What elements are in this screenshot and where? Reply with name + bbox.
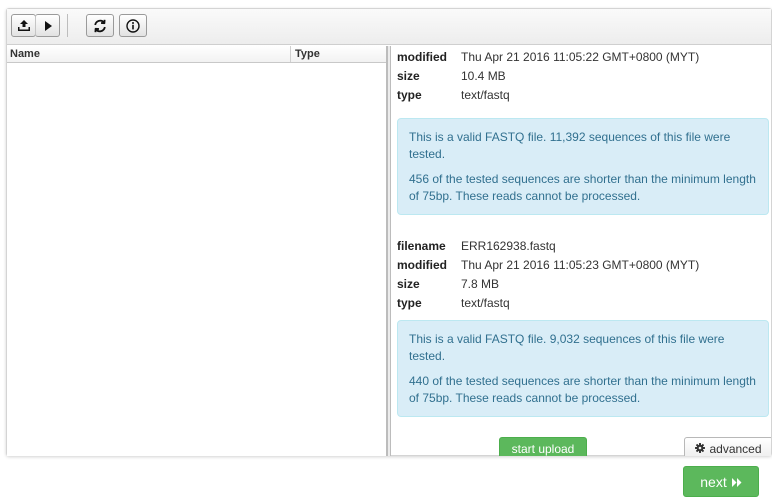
meta-row-size: size 10.4 MB [397,67,699,86]
column-header-type[interactable]: Type [291,46,386,62]
toolbar [7,9,771,45]
double-chevron-right-icon [731,474,742,490]
file-list: Name Type [7,46,387,456]
meta-key: size [397,277,420,291]
meta-row-modified: modified Thu Apr 21 2016 11:05:23 GMT+08… [397,256,699,275]
meta-key: modified [397,258,447,272]
next-label: next [700,473,727,490]
play-icon [43,20,53,31]
meta-value: text/fastq [461,88,510,102]
toolbar-separator [67,14,68,37]
meta-value: 7.8 MB [461,277,500,291]
meta-value: ERR162938.fastq [461,239,556,253]
validation-alert-2: This is a valid FASTQ file. 9,032 sequen… [397,320,769,417]
meta-row-type: type text/fastq [397,86,699,105]
alert-text: This is a valid FASTQ file. 9,032 sequen… [409,332,725,363]
meta-key: modified [397,50,447,64]
meta-value: Thu Apr 21 2016 11:05:23 GMT+0800 (MYT) [461,258,700,272]
validation-alert-1: This is a valid FASTQ file. 11,392 seque… [397,118,769,215]
meta-key: size [397,69,420,83]
pane-splitter[interactable] [387,46,391,456]
start-upload-button[interactable]: start upload [499,437,587,456]
column-header-name[interactable]: Name [7,46,291,62]
info-icon [126,18,140,33]
meta-value: 10.4 MB [461,69,506,83]
play-button[interactable] [35,14,60,37]
gear-icon [695,442,706,456]
meta-key: filename [397,239,446,253]
upload-button[interactable] [11,14,36,37]
info-button[interactable] [119,14,147,37]
advanced-button[interactable]: advanced [684,437,771,456]
file-list-header: Name Type [7,46,386,63]
alert-text: 440 of the tested sequences are shorter … [409,374,756,405]
meta-row-size: size 7.8 MB [397,275,699,294]
next-button[interactable]: next [683,466,759,497]
upload-panel: Name Type modified Thu Apr 21 2016 11:05… [6,8,772,456]
meta-key: type [397,88,422,102]
meta-row-type: type text/fastq [397,294,699,313]
start-upload-label: start upload [511,442,575,456]
file-details-pane: modified Thu Apr 21 2016 11:05:22 GMT+08… [393,46,771,456]
meta-key: type [397,296,422,310]
file-meta-2: filename ERR162938.fastq modified Thu Ap… [397,237,699,313]
meta-row-modified: modified Thu Apr 21 2016 11:05:22 GMT+08… [397,48,699,67]
upload-icon [17,19,31,32]
meta-row-filename: filename ERR162938.fastq [397,237,699,256]
advanced-label: advanced [709,442,762,456]
meta-value: text/fastq [461,296,510,310]
refresh-icon [93,19,107,33]
alert-text: 456 of the tested sequences are shorter … [409,172,756,203]
alert-text: This is a valid FASTQ file. 11,392 seque… [409,130,731,161]
meta-value: Thu Apr 21 2016 11:05:22 GMT+0800 (MYT) [461,50,700,64]
file-meta-1: modified Thu Apr 21 2016 11:05:22 GMT+08… [397,48,699,105]
refresh-button[interactable] [86,14,114,37]
